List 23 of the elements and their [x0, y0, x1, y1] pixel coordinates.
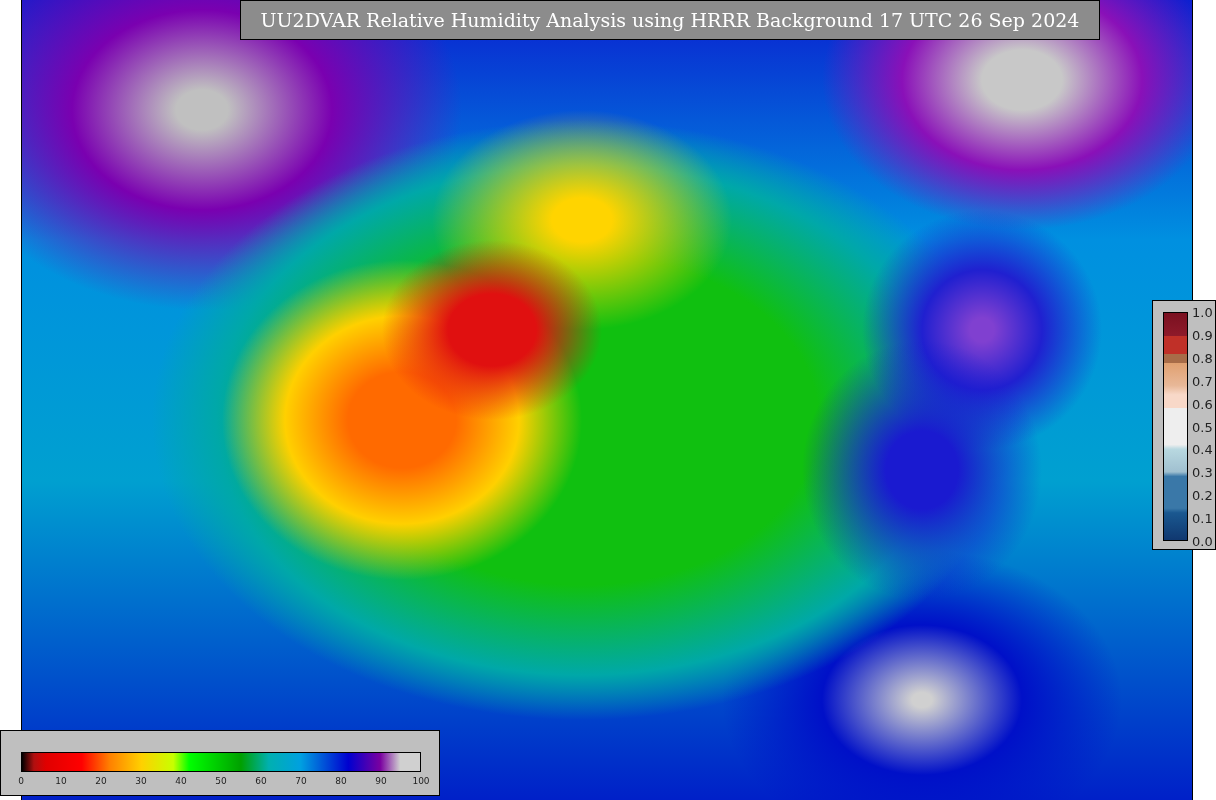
- colorbar-tick-label: 80: [335, 776, 347, 786]
- colorbar-tick-label: 0.5: [1192, 419, 1213, 434]
- colorbar-tick-label: 30: [135, 776, 147, 786]
- colorbar-tick-label: 60: [255, 776, 267, 786]
- colorbar-tick-label: 40: [175, 776, 187, 786]
- map-title: UU2DVAR Relative Humidity Analysis using HRRR Background 17 UTC 26 Sep 2024: [240, 0, 1100, 40]
- colorbar-tick-label: 0.8: [1192, 350, 1213, 366]
- colorbar-tick-label: 0.7: [1192, 373, 1213, 389]
- colorbar-tick-label: 70: [295, 776, 307, 786]
- colorbar-tick-label: 0: [18, 776, 24, 786]
- colorbar-tick-label: 100: [412, 776, 430, 786]
- colorbar-tick-label: 0.9: [1192, 327, 1213, 343]
- colorbar-tick-label: 10: [55, 776, 67, 786]
- colorbar-tick-label: 0.3: [1192, 464, 1213, 480]
- colorbar-tick-label: 50: [215, 776, 227, 786]
- colorbar-tick-label: 0.4: [1192, 441, 1213, 457]
- colorbar-tick-label: 0.1: [1192, 510, 1213, 526]
- colorbar-tick-label: 1.0: [1192, 304, 1213, 320]
- colorbar-tick-label: 90: [375, 776, 387, 786]
- colorbar-tick-label: 20: [95, 776, 107, 786]
- colorbar-tick-label: 0.0: [1192, 533, 1213, 549]
- colorbar-tick-label: 0.6: [1192, 396, 1213, 412]
- colorbar-tick-label: 0.2: [1192, 487, 1213, 503]
